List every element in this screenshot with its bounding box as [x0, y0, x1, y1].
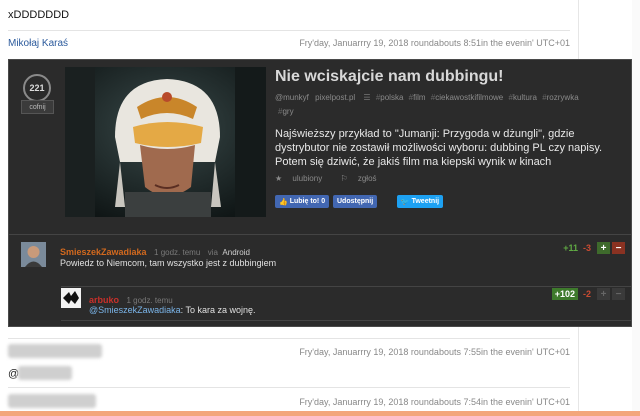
tag-item[interactable]: film: [409, 93, 426, 102]
post-author-link[interactable]: Mikołaj Karaś: [8, 38, 68, 49]
tag-list-icon: ☰: [363, 93, 371, 102]
tweet-label: Tweetnij: [411, 198, 440, 205]
tag-item[interactable]: ciekawostkifilmowe: [431, 93, 503, 102]
comment-platform[interactable]: Android: [222, 248, 250, 257]
wykop-embed: 221 cofnij Nie wciskajcie nam dubbingu!: [8, 59, 632, 327]
comment-votes: +11 -3 + −: [563, 242, 625, 254]
article-title[interactable]: Nie wciskajcie nam dubbingu!: [275, 68, 504, 86]
redacted-author: [8, 344, 102, 358]
comment-author[interactable]: arbuko: [89, 295, 119, 305]
article-actions: ★ ulubiony ⚐ zgłoś: [275, 174, 393, 183]
divider: [8, 30, 570, 31]
tag-item[interactable]: rozrywka: [542, 93, 578, 102]
star-icon: ★: [275, 174, 283, 183]
scrollbar[interactable]: [632, 0, 640, 411]
comment-mention[interactable]: @SmieszekZawadiaka: [89, 305, 181, 315]
report-label: zgłoś: [357, 174, 377, 183]
entry-date: Fry'day, Januarrry 19, 2018 roundabouts …: [299, 347, 570, 357]
avatar[interactable]: [61, 288, 81, 308]
report-button[interactable]: ⚐ zgłoś: [340, 174, 384, 183]
downvote-button[interactable]: −: [612, 242, 625, 254]
comment-text: Powiedz to Niemcom, tam wszystko jest z …: [60, 258, 277, 268]
redacted-author: [8, 394, 96, 408]
facebook-like-label: Lubię to! 0: [289, 198, 326, 205]
entry-date: Fry'day, Januarrry 19, 2018 roundabouts …: [299, 397, 570, 407]
favorite-label: ulubiony: [292, 174, 323, 183]
flag-icon: ⚐: [340, 174, 348, 183]
twitter-bird-icon: 🐦: [400, 198, 410, 206]
comment-body: : To kara za wojnę.: [180, 305, 256, 315]
redacted-mention: [18, 366, 72, 380]
post-date: Fry'day, Januarrry 19, 2018 roundabouts …: [299, 38, 570, 48]
tag-item[interactable]: gry: [278, 107, 294, 116]
downvote-button[interactable]: −: [612, 288, 625, 300]
post-author-row: Mikołaj Karaś Fry'day, Januarrry 19, 201…: [8, 38, 570, 52]
divider: [9, 234, 631, 235]
comment-via: via: [207, 248, 218, 257]
facebook-share-button[interactable]: Udostępnij: [333, 195, 378, 208]
article-description: Najświeższy przykład to "Jumanji: Przygo…: [275, 128, 603, 168]
tag-item[interactable]: polska: [376, 93, 404, 102]
divider: [8, 338, 570, 339]
tweet-button[interactable]: 🐦 Tweetnij: [397, 195, 443, 208]
article-meta: @munkyf pixelpost.pl ☰ polska film cieka…: [275, 93, 579, 102]
tag-item[interactable]: kultura: [508, 93, 536, 102]
comment-text: @SmieszekZawadiaka: To kara za wojnę.: [89, 305, 256, 315]
comment-minus-count: -3: [582, 243, 591, 253]
article-author[interactable]: @munkyf: [275, 93, 309, 102]
divider: [61, 286, 631, 287]
article-thumbnail[interactable]: [65, 67, 266, 217]
article-source[interactable]: pixelpost.pl: [315, 93, 355, 102]
comment-minus-count: -2: [582, 289, 591, 299]
comment-time[interactable]: 1 godz. temu: [126, 296, 172, 305]
favorite-button[interactable]: ★ ulubiony: [275, 174, 330, 183]
article-meta-line2: gry: [275, 107, 294, 116]
comment-plus-count: +102: [551, 288, 578, 300]
divider: [8, 387, 570, 388]
bottom-bar: [0, 411, 640, 416]
avatar[interactable]: [21, 242, 46, 267]
upvote-button[interactable]: +: [597, 242, 610, 254]
post-text: xDDDDDDD: [8, 9, 70, 21]
facebook-like-button[interactable]: 👍 Lubię to! 0: [275, 195, 330, 208]
comment-votes: +102 -2 + −: [551, 288, 625, 300]
vote-count[interactable]: 221: [23, 74, 51, 102]
comment-time[interactable]: 1 godz. temu: [154, 248, 200, 257]
divider: [61, 320, 631, 321]
undo-vote-button[interactable]: cofnij: [21, 100, 54, 114]
thumbs-up-icon: 👍: [279, 198, 288, 206]
upvote-button[interactable]: +: [597, 288, 610, 300]
comment-author[interactable]: SmieszekZawadiaka: [60, 247, 147, 257]
comment-plus-count: +11: [563, 243, 578, 253]
